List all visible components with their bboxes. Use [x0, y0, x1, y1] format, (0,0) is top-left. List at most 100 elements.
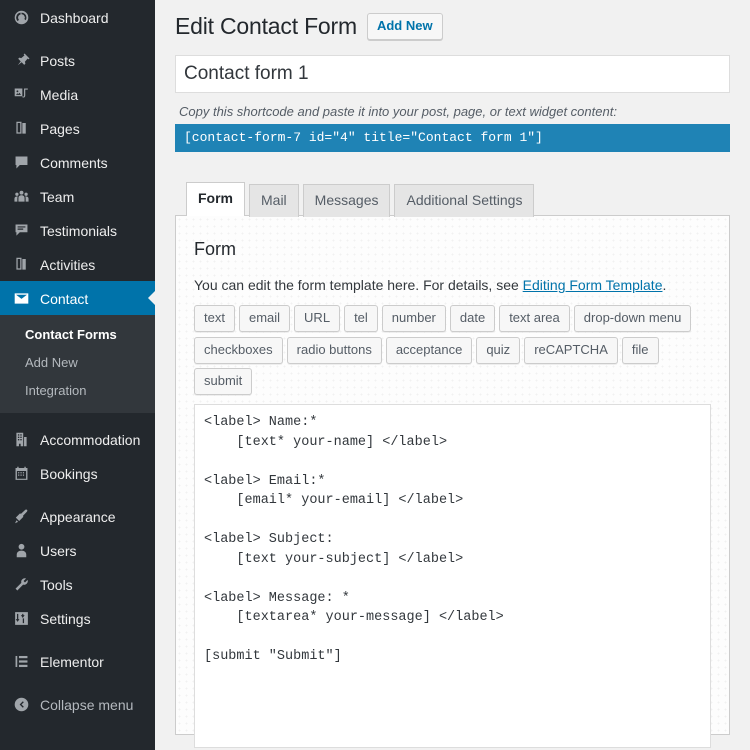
sidebar-item-media[interactable]: Media — [0, 77, 155, 111]
sidebar-item-label: Posts — [40, 52, 76, 69]
main-content: Edit Contact Form Add New Copy this shor… — [155, 0, 750, 750]
sliders-icon — [11, 608, 31, 628]
form-panel: Form You can edit the form template here… — [175, 215, 730, 748]
sidebar-item-label: Activities — [40, 256, 96, 273]
sidebar-item-label: Elementor — [40, 653, 104, 670]
collapse-arrow-icon — [11, 694, 31, 714]
tag-button-drop-down-menu[interactable]: drop-down menu — [573, 305, 692, 332]
sidebar-item-testimonials[interactable]: Testimonials — [0, 213, 155, 247]
submenu-item-label: Contact Forms — [25, 327, 117, 342]
form-title-input[interactable] — [175, 55, 730, 93]
sidebar-item-label: Media — [40, 86, 79, 103]
sidebar-item-label: Pages — [40, 120, 80, 137]
submenu-item-label: Add New — [25, 355, 78, 370]
sidebar-item-tools[interactable]: Tools — [0, 567, 155, 601]
tag-button-text-area[interactable]: text area — [499, 305, 570, 332]
dashboard-icon — [11, 7, 31, 27]
panel-heading: Form — [194, 239, 236, 259]
shortcode-note: Copy this shortcode and paste it into yo… — [179, 104, 617, 119]
sidebar-item-comments[interactable]: Comments — [0, 145, 155, 179]
editing-form-template-link[interactable]: Editing Form Template — [523, 277, 663, 293]
contact-submenu: Contact Forms Add New Integration — [0, 315, 155, 413]
tag-row: checkboxes radio buttons acceptance quiz… — [194, 337, 711, 395]
tag-button-email[interactable]: email — [238, 305, 291, 332]
sidebar-item-users[interactable]: Users — [0, 533, 155, 567]
tag-button-number[interactable]: number — [381, 305, 446, 332]
tag-button-url[interactable]: URL — [294, 305, 341, 332]
pages-icon — [11, 118, 31, 138]
tag-button-acceptance[interactable]: acceptance — [385, 337, 473, 364]
sidebar-item-label: Accommodation — [40, 431, 141, 448]
tag-button-submit[interactable]: submit — [194, 368, 253, 395]
add-new-button[interactable]: Add New — [366, 13, 443, 40]
calendar-icon — [11, 463, 31, 483]
submenu-item-label: Integration — [25, 383, 87, 398]
tab-messages[interactable]: Messages — [302, 184, 391, 217]
building-icon — [11, 429, 31, 449]
brush-icon — [11, 506, 31, 526]
sidebar-divider — [0, 635, 155, 644]
elementor-icon — [11, 651, 31, 671]
sidebar-item-posts[interactable]: Posts — [0, 43, 155, 77]
collapse-menu-button[interactable]: Collapse menu — [0, 687, 155, 721]
sidebar-item-appearance[interactable]: Appearance — [0, 499, 155, 533]
sidebar-item-activities[interactable]: Activities — [0, 247, 155, 281]
panel-description: You can edit the form template here. For… — [194, 276, 711, 294]
tab-additional-settings[interactable]: Additional Settings — [394, 184, 535, 217]
tag-button-checkboxes[interactable]: checkboxes — [194, 337, 283, 364]
sidebar-item-contact[interactable]: Contact — [0, 281, 155, 315]
sidebar-divider — [0, 678, 155, 687]
tag-button-recaptcha[interactable]: reCAPTCHA — [524, 337, 618, 364]
tab-form[interactable]: Form — [186, 182, 245, 216]
sidebar-item-elementor[interactable]: Elementor — [0, 644, 155, 678]
tag-button-text[interactable]: text — [194, 305, 235, 332]
sidebar-divider — [0, 490, 155, 499]
tab-mail[interactable]: Mail — [249, 184, 299, 217]
sidebar-item-dashboard[interactable]: Dashboard — [0, 0, 155, 34]
team-icon — [11, 186, 31, 206]
submenu-item-add-new[interactable]: Add New — [0, 349, 155, 377]
wrench-icon — [11, 574, 31, 594]
sidebar-item-label: Users — [40, 542, 77, 559]
user-icon — [11, 540, 31, 560]
sidebar-item-bookings[interactable]: Bookings — [0, 456, 155, 490]
comment-icon — [11, 152, 31, 172]
sidebar-item-pages[interactable]: Pages — [0, 111, 155, 145]
pin-icon — [11, 50, 31, 70]
admin-sidebar: Dashboard Posts Media Pages Comments Tea… — [0, 0, 155, 750]
sidebar-item-label: Tools — [40, 576, 73, 593]
tag-button-tel[interactable]: tel — [344, 305, 378, 332]
shortcode-field[interactable] — [175, 124, 730, 152]
media-icon — [11, 84, 31, 104]
sidebar-item-label: Contact — [40, 290, 89, 307]
page-title: Edit Contact Form — [175, 13, 357, 39]
settings-tabs: Form Mail Messages Additional Settings — [186, 182, 730, 217]
sidebar-item-label: Settings — [40, 610, 91, 627]
panel-description-period: . — [662, 277, 667, 293]
submenu-item-integration[interactable]: Integration — [0, 377, 155, 405]
sidebar-item-accommodation[interactable]: Accommodation — [0, 422, 155, 456]
sidebar-item-label: Bookings — [40, 465, 98, 482]
tag-button-radio-buttons[interactable]: radio buttons — [286, 337, 382, 364]
tag-button-file[interactable]: file — [621, 337, 659, 364]
sidebar-item-label: Dashboard — [40, 9, 109, 26]
testimonials-icon — [11, 220, 31, 240]
tag-button-quiz[interactable]: quiz — [476, 337, 521, 364]
tag-row: text email URL tel number date text area… — [194, 305, 711, 332]
sidebar-item-label: Testimonials — [40, 222, 118, 239]
page-header: Edit Contact Form Add New — [175, 8, 730, 45]
sidebar-divider — [0, 34, 155, 43]
sidebar-item-label: Comments — [40, 154, 108, 171]
tag-button-date[interactable]: date — [449, 305, 496, 332]
admin-screen: Dashboard Posts Media Pages Comments Tea… — [0, 0, 750, 750]
sidebar-item-label: Team — [40, 188, 75, 205]
form-template-textarea[interactable]: <label> Name:* [text* your-name] </label… — [194, 404, 711, 748]
panel-description-text: You can edit the form template here. For… — [194, 277, 523, 293]
collapse-menu-label: Collapse menu — [40, 696, 134, 713]
submenu-item-contact-forms[interactable]: Contact Forms — [0, 321, 155, 349]
sidebar-item-team[interactable]: Team — [0, 179, 155, 213]
tag-generator-buttons: text email URL tel number date text area… — [194, 305, 711, 395]
sidebar-item-settings[interactable]: Settings — [0, 601, 155, 635]
envelope-icon — [11, 288, 31, 308]
sidebar-item-label: Appearance — [40, 508, 116, 525]
